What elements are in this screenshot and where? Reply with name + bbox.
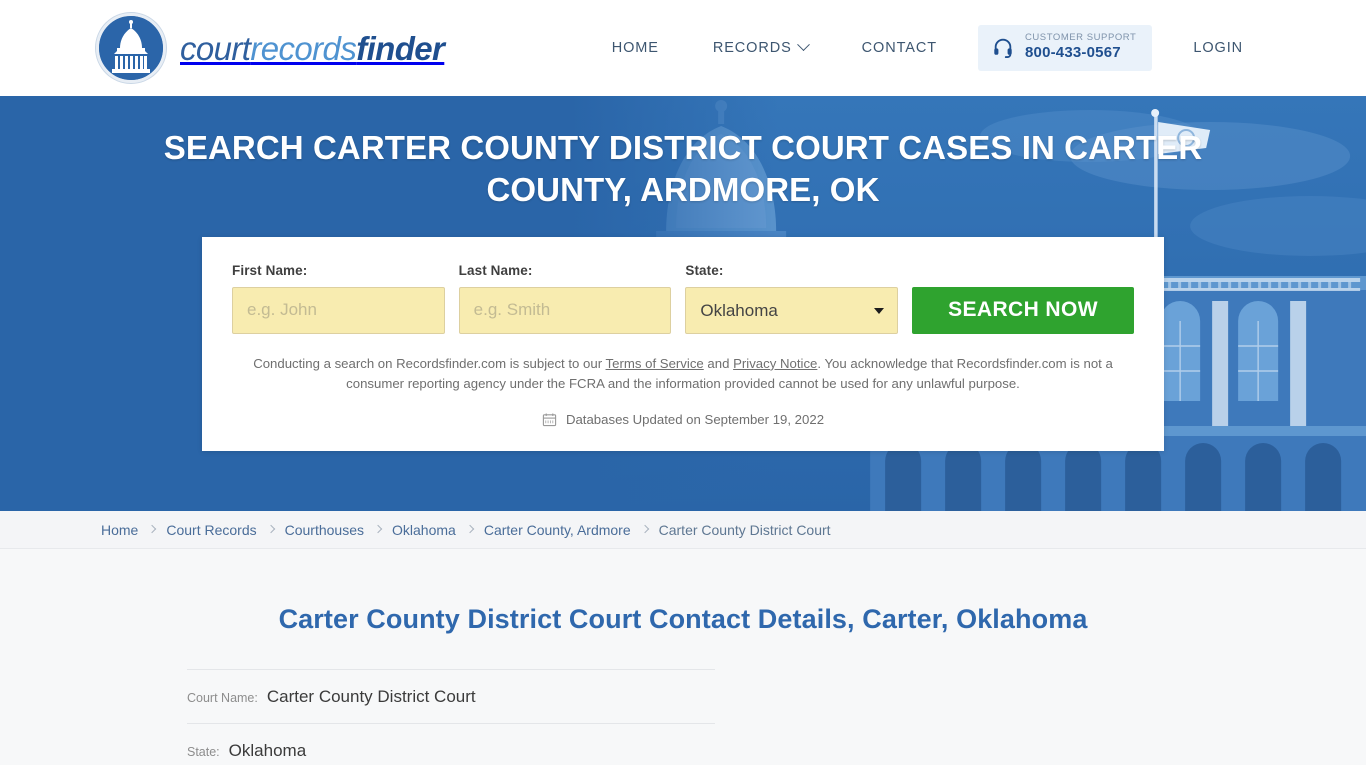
nav-home[interactable]: HOME	[585, 30, 686, 66]
nav-contact-label: CONTACT	[861, 39, 937, 56]
breadcrumb-item-carter-county-ardmore[interactable]: Carter County, Ardmore	[484, 522, 631, 538]
detail-value: Carter County District Court	[266, 687, 476, 706]
breadcrumb-item-carter-county-district-court: Carter County District Court	[658, 521, 831, 538]
detail-key: State:	[187, 745, 220, 759]
privacy-notice-link[interactable]: Privacy Notice	[733, 356, 817, 371]
site-header: courtrecordsfinder HOME RECORDS CONTACT …	[0, 0, 1366, 96]
headset-icon	[992, 36, 1014, 59]
chevron-down-icon	[796, 38, 810, 52]
hero-title: SEARCH CARTER COUNTY DISTRICT COURT CASE…	[163, 129, 1203, 208]
search-disclaimer: Conducting a search on Recordsfinder.com…	[232, 354, 1134, 395]
breadcrumb: Home Court Records Courthouses Oklahoma Cart…	[93, 522, 1273, 538]
calendar-icon	[542, 412, 557, 427]
logo-text-finder: finder	[356, 29, 445, 67]
breadcrumb-separator-icon	[640, 524, 649, 533]
nav-login[interactable]: LOGIN	[1166, 30, 1270, 66]
main-navigation: HOME RECORDS CONTACT CUSTOMER SUPPORT 80…	[585, 25, 1270, 71]
nav-records-label: RECORDS	[712, 39, 792, 56]
breadcrumb-separator-icon	[266, 524, 275, 533]
first-name-label: First Name:	[232, 262, 308, 278]
nav-contact[interactable]: CONTACT	[835, 30, 964, 66]
detail-row: Court Name: Carter County District Court	[187, 669, 715, 723]
main-content: Carter County District Court Contact Det…	[0, 549, 1366, 765]
terms-of-service-link[interactable]: Terms of Service	[606, 356, 704, 371]
logo-text-records: records	[250, 29, 357, 67]
nav-records[interactable]: RECORDS	[686, 30, 835, 66]
last-name-input[interactable]	[458, 286, 672, 334]
disclaimer-part-2: and	[703, 355, 734, 371]
breadcrumb-separator-icon	[465, 524, 475, 533]
support-phone: 800-433-0567	[1024, 44, 1121, 62]
support-label: CUSTOMER SUPPORT	[1024, 32, 1137, 44]
logo-text-court: court	[180, 29, 251, 67]
site-logo[interactable]: courtrecordsfinder	[96, 13, 445, 83]
breadcrumb-item-court-records[interactable]: Court Records	[166, 522, 256, 538]
state-field-group: State: OklahomaAlabamaAlaskaArizonaArkan…	[685, 262, 899, 334]
database-updated-row: Databases Updated on September 19, 2022	[232, 412, 1134, 427]
detail-key: Court Name:	[187, 691, 258, 705]
people-search-form: First Name: Last Name: State: OklahomaAl…	[232, 262, 1135, 334]
nav-login-label: LOGIN	[1193, 39, 1243, 56]
search-now-button[interactable]: SEARCH NOW	[912, 286, 1135, 334]
first-name-field-group: First Name:	[232, 263, 445, 334]
detail-row: State: Oklahoma	[187, 723, 715, 765]
hero-section: SEARCH CARTER COUNTY DISTRICT COURT CASE…	[0, 96, 1366, 511]
search-form-card: First Name: Last Name: State: OklahomaAl…	[202, 236, 1164, 451]
disclaimer-part-1: Conducting a search on Recordsfinder.com…	[253, 355, 606, 371]
logo-wordmark: courtrecordsfinder	[180, 29, 445, 67]
detail-value: Oklahoma	[228, 741, 307, 760]
capitol-dome-icon	[96, 13, 166, 83]
court-details-list: Court Name: Carter County District Court S…	[163, 669, 1203, 765]
last-name-label: Last Name:	[458, 262, 533, 278]
breadcrumb-item-home[interactable]: Home	[101, 522, 138, 538]
breadcrumb-separator-icon	[148, 524, 157, 533]
state-select[interactable]: OklahomaAlabamaAlaskaArizonaArkansasCali…	[685, 286, 899, 334]
state-label: State:	[685, 262, 724, 278]
last-name-field-group: Last Name:	[458, 262, 672, 334]
database-updated-text: Databases Updated on September 19, 2022	[565, 411, 825, 427]
breadcrumb-item-courthouses[interactable]: Courthouses	[285, 522, 364, 538]
first-name-input[interactable]	[232, 286, 445, 334]
breadcrumb-separator-icon	[373, 524, 383, 533]
breadcrumb-bar: Home Court Records Courthouses Oklahoma Cart…	[0, 511, 1366, 549]
page-title: Carter County District Court Contact Det…	[278, 604, 1088, 634]
breadcrumb-item-oklahoma[interactable]: Oklahoma	[392, 522, 456, 538]
nav-home-label: HOME	[611, 39, 659, 56]
customer-support-button[interactable]: CUSTOMER SUPPORT 800-433-0567	[977, 25, 1153, 71]
